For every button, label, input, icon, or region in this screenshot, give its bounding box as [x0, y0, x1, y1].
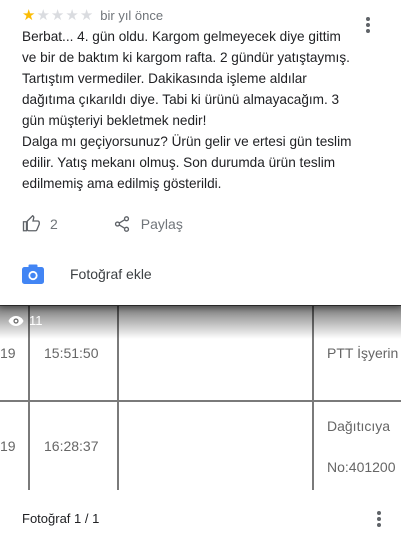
- photo-shade: [0, 305, 401, 339]
- table-cell-description: No:401200: [327, 459, 396, 475]
- star-rating: ★ ★ ★ ★ ★: [22, 8, 94, 23]
- more-options-icon[interactable]: [372, 511, 386, 531]
- table-cell-date: 19: [0, 438, 16, 454]
- table-cell-time: 16:28:37: [44, 438, 99, 454]
- photo-footer: Fotoğraf 1 / 1: [0, 490, 401, 560]
- table-cell-description: Dağıtıcıya: [327, 418, 391, 434]
- review-text-line: edilmemiş ama edilmiş gösterildi.: [22, 176, 222, 191]
- rating-row: ★ ★ ★ ★ ★ bir yıl önce: [22, 4, 163, 26]
- review-text-line: gün müşteriyi bekletmek nedir!: [22, 113, 207, 128]
- share-button[interactable]: Paylaş: [113, 215, 183, 233]
- like-count: 2: [50, 216, 58, 232]
- review-photo[interactable]: 19 15:51:50 PTT İşyerin 19 16:28:37 Dağı…: [0, 305, 401, 490]
- share-label: Paylaş: [140, 216, 183, 232]
- review-text-line: Dalga mı geçiyorsunuz? Ürün gelir ve ert…: [22, 134, 352, 149]
- add-photo-button[interactable]: Fotoğraf ekle: [22, 262, 152, 286]
- table-border: [0, 400, 401, 402]
- review-text: Berbat... 4. gün oldu. Kargom gelmeyecek…: [22, 26, 384, 194]
- review-text-line: Berbat... 4. gün oldu. Kargom gelmeyecek…: [22, 29, 341, 44]
- table-cell-time: 15:51:50: [44, 345, 99, 361]
- review-text-line: Tartıştım vermediler. Dakikasında işleme…: [22, 71, 307, 86]
- review-actions: 2 Paylaş: [22, 210, 183, 238]
- view-count: 11: [29, 313, 43, 328]
- share-icon: [114, 216, 129, 232]
- star-icon: ★: [22, 6, 36, 24]
- review-text-line: edilir. Yatış mekanı olmuş. Son durumda …: [22, 155, 336, 170]
- review-date: bir yıl önce: [100, 7, 164, 23]
- add-photo-label: Fotoğraf ekle: [70, 266, 152, 282]
- thumb-up-icon: [22, 215, 40, 232]
- review-text-line: ve bir de baktım ki kargom rafta. 2 günd…: [22, 50, 350, 65]
- review-card: ★ ★ ★ ★ ★ bir yıl önce Berbat... 4. gün oldu…: [0, 0, 401, 305]
- eye-icon: [8, 315, 24, 326]
- review-text-line: dağıtıma çıkarıldı diye. Tabi ki ürünü a…: [22, 92, 340, 107]
- photo-counter: Fotoğraf 1 / 1: [22, 511, 100, 526]
- star-icon: ★: [65, 6, 79, 24]
- star-icon: ★: [79, 6, 94, 24]
- star-icon: ★: [36, 6, 50, 24]
- table-cell-date: 19: [0, 345, 16, 361]
- table-cell-description: PTT İşyerin: [327, 345, 399, 361]
- view-counter: 11: [8, 313, 43, 328]
- camera-icon: [22, 264, 44, 284]
- like-button[interactable]: 2: [22, 215, 58, 233]
- star-icon: ★: [50, 6, 65, 24]
